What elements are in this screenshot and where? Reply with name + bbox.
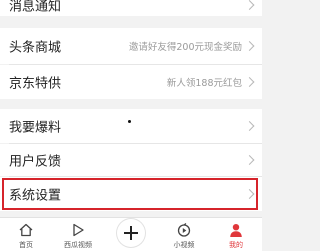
chevron-right-icon [244, 0, 255, 10]
tab-mini-video[interactable]: 小视频 [158, 218, 210, 251]
menu-item-hint: 新人领188元红包 [166, 78, 242, 89]
menu-item-label: 我要爆料 [9, 120, 62, 136]
menu-item-hint: 邀请好友得200元现金奖励 [128, 42, 242, 53]
chevron-right-icon [244, 121, 255, 131]
menu-item-label: 用户反馈 [9, 154, 62, 170]
menu-item-label: 消息通知 [9, 0, 62, 15]
chevron-right-icon [244, 77, 255, 87]
home-icon [19, 223, 33, 237]
menu-item-jd[interactable]: 京东特供 新人领188元红包 [0, 65, 262, 99]
play-icon [73, 223, 84, 237]
tab-mine[interactable]: 我的 [210, 218, 262, 251]
bottom-tab-bar: 首页 西瓜视频 小视频 我的 [0, 217, 262, 251]
menu-item-label: 京东特供 [9, 76, 62, 92]
cursor-dot [128, 120, 131, 123]
tab-home[interactable]: 首页 [0, 218, 52, 251]
tab-label: 小视频 [173, 241, 195, 249]
tab-xigua-video[interactable]: 西瓜视频 [52, 218, 104, 251]
settings-highlight-box [2, 178, 258, 210]
menu-item-report[interactable]: 我要爆料 [0, 109, 262, 143]
menu-item-mall[interactable]: 头条商城 邀请好友得200元现金奖励 [0, 28, 262, 64]
tab-label: 我的 [229, 241, 243, 249]
menu-item-label: 头条商城 [9, 40, 62, 56]
tab-label: 西瓜视频 [64, 241, 92, 249]
menu-item-notifications[interactable]: 消息通知 [0, 0, 262, 16]
chevron-right-icon [244, 41, 255, 51]
tab-label: 首页 [19, 241, 33, 249]
mini-video-icon [177, 223, 191, 237]
publish-button[interactable] [117, 219, 145, 247]
person-icon [230, 224, 242, 237]
chevron-right-icon [244, 155, 255, 165]
menu-item-feedback[interactable]: 用户反馈 [0, 144, 262, 176]
